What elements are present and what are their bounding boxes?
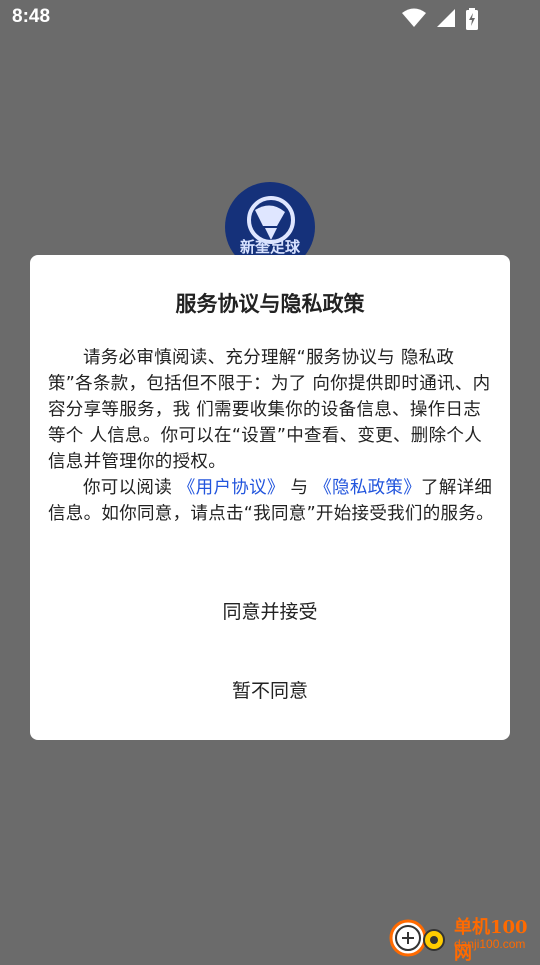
status-time: 8:48 [12, 6, 51, 27]
watermark-url: danji100.com [454, 937, 526, 951]
watermark: 单机100网 danji100.com [388, 912, 538, 964]
wifi-icon [402, 8, 426, 27]
cellular-signal-icon [437, 9, 455, 27]
privacy-policy-link[interactable]: 《隐私政策》 [314, 478, 421, 498]
logo-text: 新奎足球 [239, 238, 300, 256]
dialog-body: 请务必审慎阅读、充分理解“服务协议与 隐私政策”各条款，包括但不限于：为了 向你… [48, 345, 494, 527]
dialog-paragraph-2: 你可以阅读 《用户协议》 与 《隐私政策》了解详细信息。如你同意，请点击“我同意… [48, 475, 494, 527]
paragraph-2-and: 与 [284, 478, 315, 498]
user-agreement-link[interactable]: 《用户协议》 [178, 478, 285, 498]
agree-button[interactable]: 同意并接受 [30, 597, 510, 624]
watermark-logo-icon [389, 919, 445, 957]
disagree-button[interactable]: 暂不同意 [30, 676, 510, 703]
battery-charging-icon [466, 8, 478, 30]
paragraph-2-prefix: 你可以阅读 [83, 478, 178, 498]
privacy-dialog: 服务协议与隐私政策 请务必审慎阅读、充分理解“服务协议与 隐私政策”各条款，包括… [30, 255, 510, 740]
status-bar: 8:48 [0, 0, 540, 36]
dialog-paragraph-1: 请务必审慎阅读、充分理解“服务协议与 隐私政策”各条款，包括但不限于：为了 向你… [48, 348, 491, 472]
dialog-title: 服务协议与隐私政策 [175, 292, 365, 316]
